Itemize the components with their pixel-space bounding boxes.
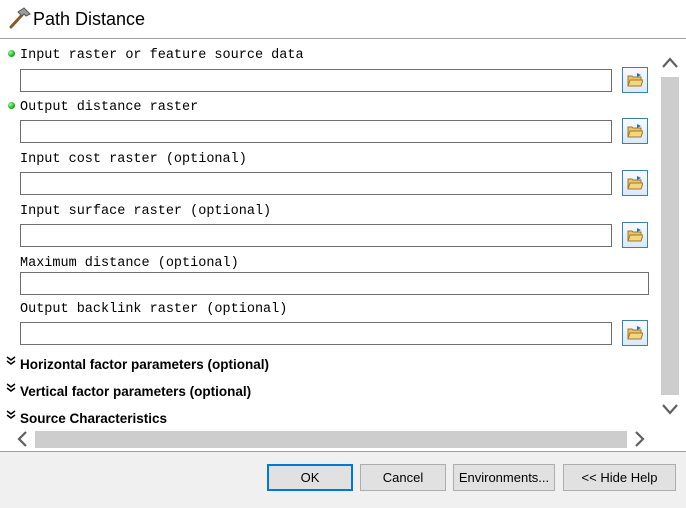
browse-backlink-raster-button[interactable] <box>622 320 648 346</box>
open-folder-icon <box>627 326 643 340</box>
param-label-backlink-raster: Output backlink raster (optional) <box>20 302 288 317</box>
horizontal-scroll-track[interactable] <box>35 431 627 448</box>
param-label-cost-raster: Input cost raster (optional) <box>20 152 247 167</box>
param-label-max-distance: Maximum distance (optional) <box>20 256 239 271</box>
open-folder-icon <box>627 124 643 138</box>
cost-raster-field[interactable] <box>20 172 612 195</box>
scroll-down-button[interactable] <box>657 397 683 421</box>
browse-surface-raster-button[interactable] <box>622 222 648 248</box>
chevron-down-icon <box>662 404 678 415</box>
param-label-surface-raster: Input surface raster (optional) <box>20 204 272 219</box>
vertical-scrollbar[interactable] <box>657 51 683 423</box>
open-folder-icon <box>627 228 643 242</box>
browse-output-distance-button[interactable] <box>622 118 648 144</box>
max-distance-field[interactable] <box>20 272 649 295</box>
input-source-field[interactable] <box>20 69 612 92</box>
ok-button[interactable]: OK <box>267 464 353 491</box>
chevron-left-icon <box>17 431 27 447</box>
section-label: Vertical factor parameters (optional) <box>20 384 252 399</box>
browse-input-source-button[interactable] <box>622 67 648 93</box>
cancel-button[interactable]: Cancel <box>360 464 446 491</box>
browse-cost-raster-button[interactable] <box>622 170 648 196</box>
window-title: Path Distance <box>33 9 146 29</box>
horizontal-scrollbar[interactable] <box>12 429 654 449</box>
chevron-right-icon <box>635 431 645 447</box>
expand-chevron-icon <box>6 410 16 419</box>
hide-help-button[interactable]: << Hide Help <box>563 464 676 491</box>
chevron-up-icon <box>662 57 678 68</box>
scroll-right-button[interactable] <box>628 429 650 449</box>
expand-chevron-icon <box>6 383 16 392</box>
hammer-icon <box>7 7 31 29</box>
dialog-footer: OK Cancel Environments... << Hide Help <box>0 452 686 508</box>
surface-raster-field[interactable] <box>20 224 612 247</box>
param-label-input-source: Input raster or feature source data <box>20 48 304 63</box>
backlink-raster-field[interactable] <box>20 322 612 345</box>
required-indicator-icon <box>8 50 15 57</box>
open-folder-icon <box>627 176 643 190</box>
expand-chevron-icon <box>6 356 16 365</box>
vertical-scroll-thumb[interactable] <box>661 77 679 395</box>
title-bar: Path Distance <box>0 0 686 38</box>
vertical-scroll-track[interactable] <box>661 77 679 395</box>
scroll-up-button[interactable] <box>657 51 683 75</box>
section-label: Horizontal factor parameters (optional) <box>20 357 270 372</box>
section-label: Source Characteristics <box>20 411 168 426</box>
open-folder-icon <box>627 73 643 87</box>
scroll-left-button[interactable] <box>12 429 34 449</box>
output-distance-field[interactable] <box>20 120 612 143</box>
required-indicator-icon <box>8 102 15 109</box>
environments-button[interactable]: Environments... <box>453 464 555 491</box>
param-label-output-distance: Output distance raster <box>20 100 199 115</box>
parameters-panel: Input raster or feature source data Outp… <box>0 38 686 452</box>
horizontal-scroll-thumb[interactable] <box>35 431 627 448</box>
